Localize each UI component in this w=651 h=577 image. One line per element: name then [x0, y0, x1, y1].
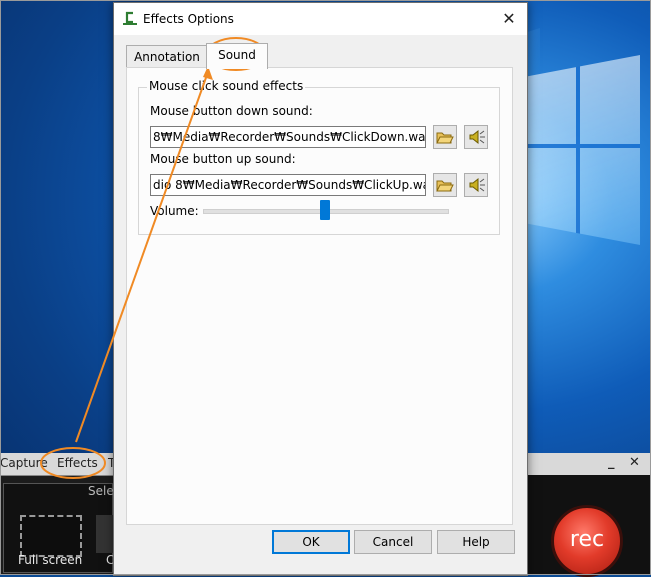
- sound-tab-panel: Mouse click sound effects Mouse button d…: [126, 67, 513, 525]
- tab-sound[interactable]: Sound: [206, 43, 268, 69]
- speaker-icon: [469, 177, 485, 193]
- dialog-title: Effects Options: [143, 12, 234, 26]
- speaker-icon: [469, 129, 485, 145]
- up-browse-button[interactable]: [433, 173, 457, 197]
- minimize-icon[interactable]: _: [608, 455, 615, 470]
- cancel-button[interactable]: Cancel: [354, 530, 432, 554]
- volume-label: Volume:: [150, 204, 199, 218]
- group-label: Mouse click sound effects: [147, 79, 306, 93]
- recorder-tab-capture[interactable]: Capture: [0, 456, 48, 470]
- ok-button[interactable]: OK: [272, 530, 350, 554]
- fullscreen-label: Full screen: [18, 553, 83, 567]
- dialog-titlebar[interactable]: Effects Options ✕: [114, 3, 527, 35]
- folder-open-icon: [436, 180, 454, 192]
- close-icon[interactable]: ✕: [629, 455, 640, 470]
- up-sound-path-field[interactable]: dio 8₩Media₩Recorder₩Sounds₩ClickUp.wav: [150, 174, 426, 196]
- volume-slider-thumb[interactable]: [320, 200, 330, 220]
- tab-annotation[interactable]: Annotation: [126, 45, 208, 68]
- close-icon[interactable]: ✕: [497, 7, 521, 31]
- up-sound-label: Mouse button up sound:: [150, 152, 296, 166]
- down-sound-path-field[interactable]: 8₩Media₩Recorder₩Sounds₩ClickDown.wav: [150, 126, 426, 148]
- down-sound-label: Mouse button down sound:: [150, 104, 313, 118]
- folder-open-icon: [436, 132, 454, 144]
- app-icon: [123, 11, 137, 25]
- record-button[interactable]: rec: [551, 505, 623, 577]
- fullscreen-thumbnail[interactable]: [20, 515, 82, 557]
- help-button[interactable]: Help: [437, 530, 515, 554]
- source-panel-title: Sele: [88, 484, 114, 498]
- recorder-tab-effects[interactable]: Effects: [57, 456, 98, 470]
- down-browse-button[interactable]: [433, 125, 457, 149]
- mouse-click-sound-group: Mouse click sound effects Mouse button d…: [138, 79, 500, 235]
- effects-options-dialog: Effects Options ✕ Annotation Sound Mouse…: [113, 2, 528, 576]
- down-play-button[interactable]: [464, 125, 488, 149]
- windows-logo: [520, 55, 640, 245]
- up-play-button[interactable]: [464, 173, 488, 197]
